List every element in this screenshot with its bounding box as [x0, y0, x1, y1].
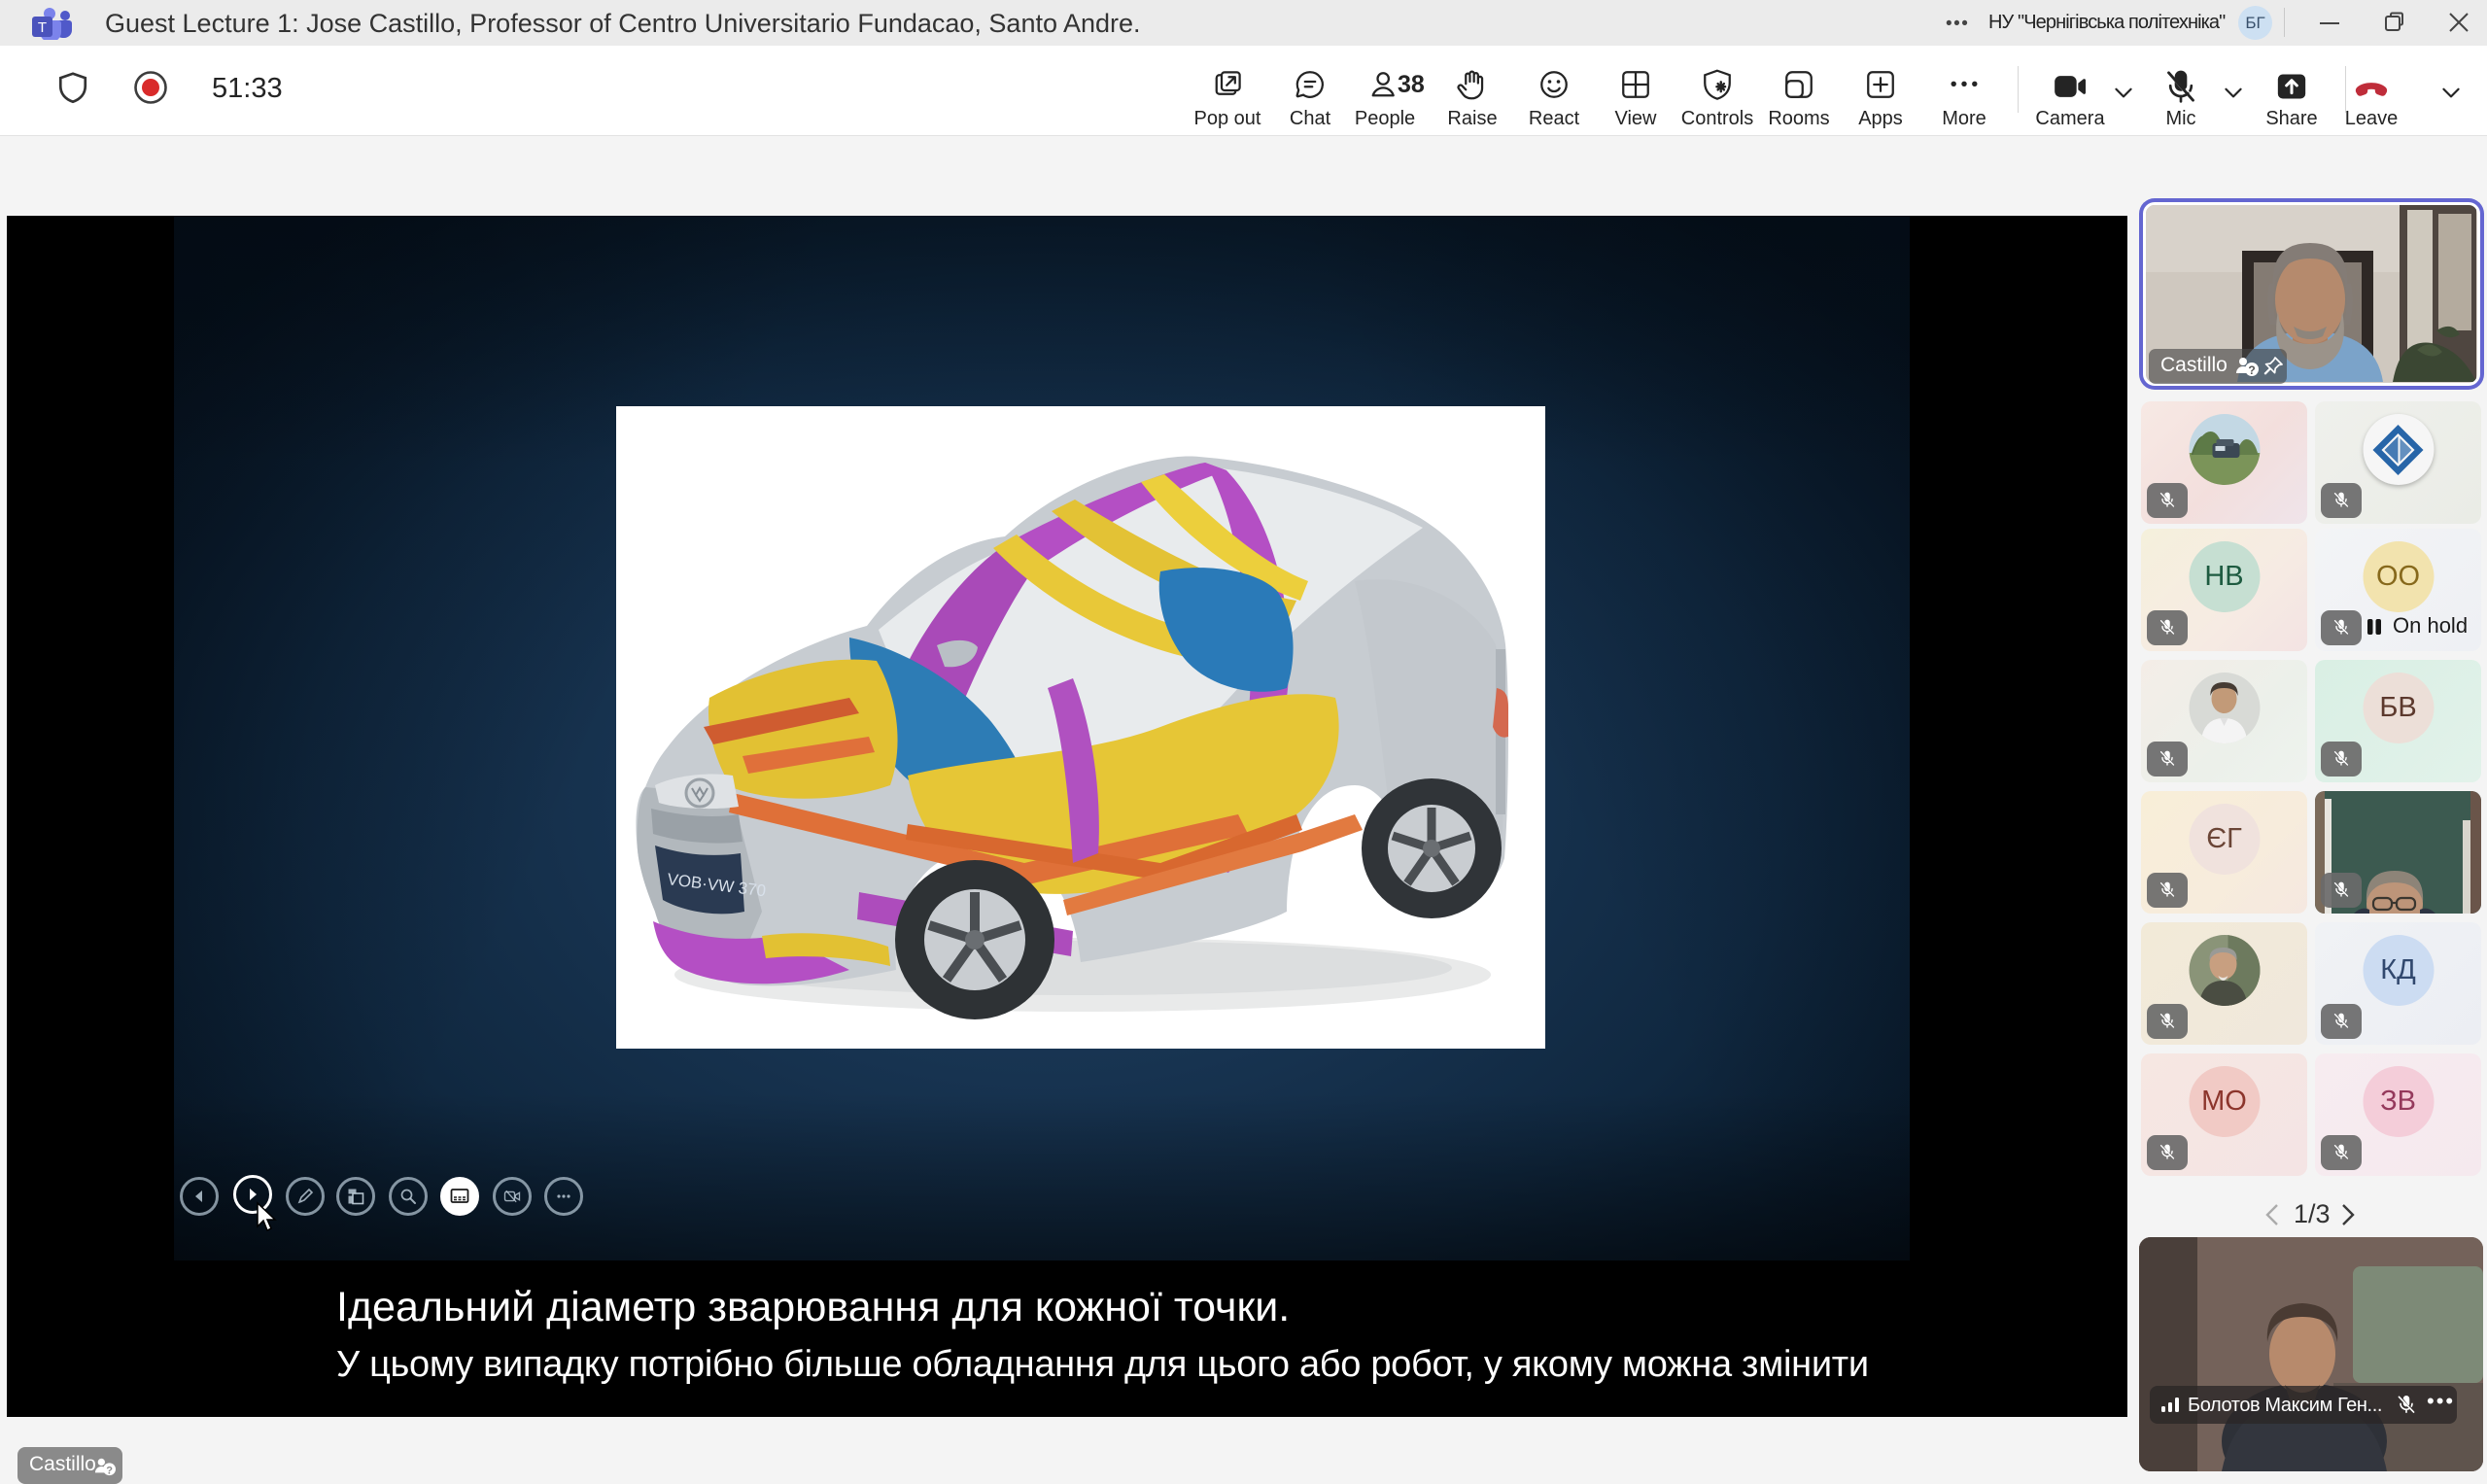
svg-text:?: ?: [2248, 363, 2255, 377]
svg-text:?: ?: [106, 1465, 113, 1476]
svg-text:T: T: [38, 19, 47, 36]
